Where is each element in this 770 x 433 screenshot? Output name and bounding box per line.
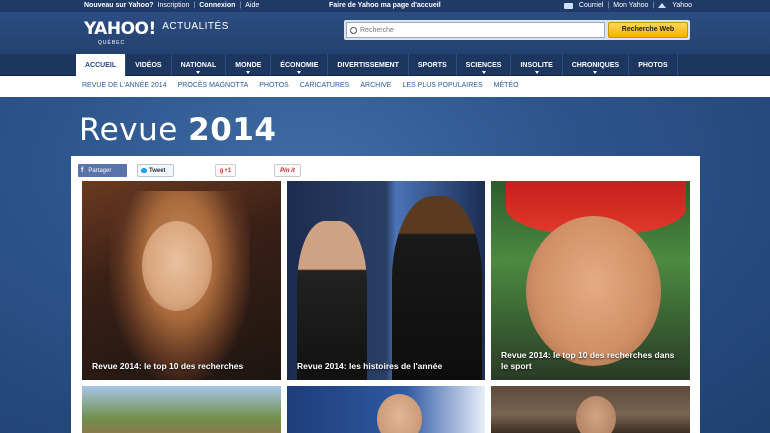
google-plus-icon: g — [219, 167, 224, 174]
nav-chroniques-label: CHRONIQUES — [571, 61, 620, 69]
page-title-light: Revue — [79, 112, 178, 148]
search-icon — [350, 26, 357, 34]
story-tile[interactable] — [287, 386, 485, 433]
twitter-icon — [141, 168, 147, 173]
nav-sports[interactable]: SPORTS — [409, 54, 457, 76]
my-yahoo-link[interactable]: Mon Yahoo — [613, 2, 648, 9]
nav-national-label: NATIONAL — [180, 61, 217, 69]
tile-caption: Revue 2014: le top 10 des recherches — [92, 361, 244, 371]
page-title-bold: 2014 — [188, 112, 277, 148]
chevron-down-icon — [246, 71, 251, 74]
photo-face — [377, 394, 422, 433]
nav-photos[interactable]: PHOTOS — [629, 54, 678, 76]
tile-caption: Revue 2014: le top 10 des recherches dan… — [501, 350, 675, 371]
page-title: Revue 2014 — [79, 112, 276, 148]
nav-accueil[interactable]: ACCUEIL — [76, 54, 127, 76]
google-plus-label: +1 — [224, 167, 232, 174]
nav-insolite[interactable]: INSOLITE — [511, 54, 563, 76]
account-links: Nouveau sur Yahoo? Inscription | Connexi… — [84, 2, 259, 9]
photo-face — [576, 396, 616, 433]
yahoo-home-link[interactable]: Yahoo — [672, 2, 692, 9]
chevron-down-icon — [196, 71, 201, 74]
nav-monde-label: MONDE — [235, 61, 262, 69]
service-links: Courriel | Mon Yahoo | Yahoo — [563, 2, 692, 9]
logo-region: QUÉBEC — [98, 40, 126, 46]
tweet-label: Tweet — [149, 167, 166, 174]
search-input[interactable]: Recherche — [346, 22, 605, 38]
signup-link[interactable]: Inscription — [158, 2, 190, 9]
subnav-revue-2014[interactable]: REVUE DE L'ANNÉE 2014 — [82, 82, 167, 89]
nav-sciences[interactable]: SCIENCES — [457, 54, 512, 76]
new-user-text: Nouveau sur Yahoo? — [84, 2, 154, 9]
set-homepage-link[interactable]: Faire de Yahoo ma page d'accueil — [329, 2, 441, 9]
nav-videos[interactable]: VIDÉOS — [126, 54, 172, 76]
subnav-archive[interactable]: ARCHIVE — [360, 82, 391, 89]
separator: | — [193, 2, 196, 9]
share-bar: f Partager Tweet g +1 Pin it — [78, 164, 301, 177]
header: YAHOO! ACTUALITÉS QUÉBEC Recherche Reche… — [0, 12, 770, 54]
yahoo-actualites-logo[interactable]: YAHOO! ACTUALITÉS QUÉBEC — [84, 19, 229, 46]
nav-divertissement[interactable]: DIVERTISSEMENT — [328, 54, 409, 76]
nav-monde[interactable]: MONDE — [226, 54, 272, 76]
chevron-down-icon — [481, 71, 486, 74]
logo-brand: YAHOO! — [84, 19, 156, 39]
story-tile[interactable]: Revue 2014: le top 10 des recherches — [82, 181, 281, 380]
top-utility-bar: Nouveau sur Yahoo? Inscription | Connexi… — [0, 0, 770, 12]
chevron-down-icon — [593, 71, 598, 74]
nav-economie[interactable]: ÉCONOMIE — [271, 54, 329, 76]
story-tile[interactable] — [491, 386, 690, 433]
tile-caption: Revue 2014: les histoires de l'année — [297, 361, 443, 371]
tweet-button[interactable]: Tweet — [137, 164, 174, 177]
facebook-icon: f — [81, 167, 84, 174]
subnav-plus-populaires[interactable]: LES PLUS POPULAIRES — [402, 82, 482, 89]
search-bar: Recherche Recherche Web — [344, 20, 690, 40]
separator: | — [239, 2, 242, 9]
main-navigation: ACCUEIL VIDÉOS NATIONAL MONDE ÉCONOMIE D… — [0, 54, 770, 76]
pinterest-button[interactable]: Pin it — [274, 164, 301, 177]
facebook-share-button[interactable]: f Partager — [78, 164, 127, 177]
nav-chroniques[interactable]: CHRONIQUES — [563, 54, 630, 76]
logo-section: ACTUALITÉS — [162, 21, 229, 32]
story-tile[interactable]: Revue 2014: les histoires de l'année — [287, 181, 485, 380]
search-placeholder: Recherche — [360, 26, 394, 34]
mail-icon — [563, 2, 573, 9]
subnav-caricatures[interactable]: CARICATURES — [300, 82, 350, 89]
sub-navigation: REVUE DE L'ANNÉE 2014 PROCÈS MAGNOTTA PH… — [0, 76, 770, 97]
nav-insolite-label: INSOLITE — [520, 61, 553, 69]
nav-national[interactable]: NATIONAL — [172, 54, 227, 76]
help-link[interactable]: Aide — [245, 2, 259, 9]
subnav-photos[interactable]: PHOTOS — [259, 82, 288, 89]
story-tile[interactable]: Revue 2014: le top 10 des recherches dan… — [491, 181, 690, 380]
photo-face — [526, 216, 661, 366]
subnav-proces-magnotta[interactable]: PROCÈS MAGNOTTA — [178, 82, 249, 89]
separator: | — [652, 2, 655, 9]
photo-face — [142, 221, 212, 311]
story-tile[interactable] — [82, 386, 281, 433]
chevron-down-icon — [534, 71, 539, 74]
subnav-meteo[interactable]: MÉTÉO — [494, 82, 519, 89]
google-plus-button[interactable]: g +1 — [215, 164, 236, 177]
mail-link[interactable]: Courriel — [579, 2, 604, 9]
nav-economie-label: ÉCONOMIE — [280, 61, 319, 69]
photo-speaker — [297, 221, 367, 380]
nav-sciences-label: SCIENCES — [465, 61, 502, 69]
login-link[interactable]: Connexion — [199, 2, 235, 9]
web-search-button[interactable]: Recherche Web — [608, 22, 688, 38]
facebook-share-label: Partager — [88, 167, 112, 174]
separator: | — [607, 2, 610, 9]
photo-back-figure — [392, 196, 482, 380]
chevron-down-icon — [297, 71, 302, 74]
home-icon — [658, 3, 667, 8]
